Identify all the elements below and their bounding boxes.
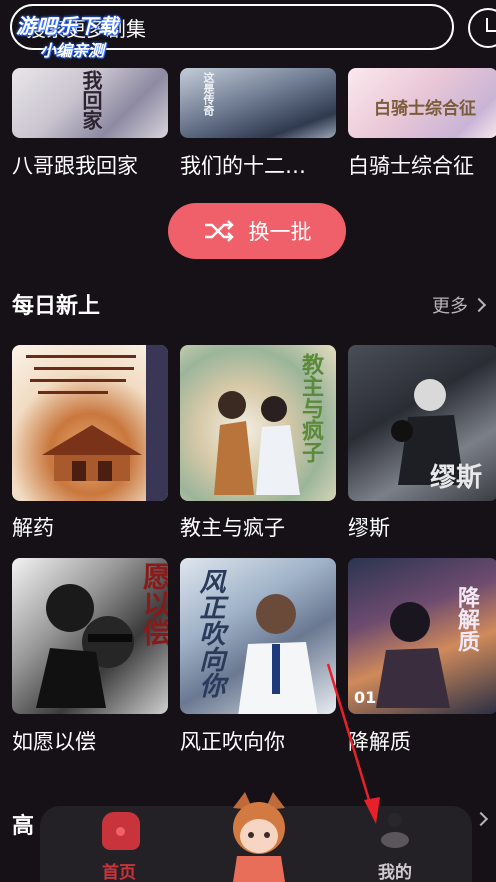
title-4[interactable]: 如愿以偿 — [12, 726, 96, 756]
chevron-right-icon — [471, 297, 487, 313]
cover-top-2[interactable]: 这是传奇 — [180, 68, 336, 138]
cover-4-text: 愿以偿 — [139, 562, 168, 646]
nav-home-label[interactable]: 首页 — [102, 858, 136, 882]
title-2[interactable]: 教主与疯子 — [180, 512, 285, 542]
section-title: 每日新上 — [12, 294, 101, 319]
history-icon[interactable] — [468, 8, 496, 48]
next-section-chevron-icon[interactable] — [473, 811, 489, 827]
shuffle-icon — [204, 220, 234, 242]
cover-4[interactable]: 愿以偿 — [12, 558, 168, 714]
cover-top-1[interactable]: 我回家 — [12, 68, 168, 138]
title-3[interactable]: 缪斯 — [348, 512, 390, 542]
bottom-nav: 首页 我的 — [40, 792, 472, 882]
home-icon[interactable] — [102, 812, 140, 850]
title-5[interactable]: 风正吹向你 — [180, 726, 285, 756]
shuffle-button[interactable]: 换一批 — [168, 203, 346, 259]
search-placeholder: 搜索更多剧集 — [26, 16, 146, 41]
avatar-center-icon[interactable] — [223, 790, 295, 882]
cover-top-1-text: 我回家 — [79, 70, 103, 130]
search-bar[interactable]: 搜索更多剧集 — [10, 4, 454, 50]
more-label: 更多 — [432, 296, 468, 317]
cover-5-text: 风正吹向你 — [195, 568, 225, 698]
nav-me-label[interactable]: 我的 — [378, 858, 412, 882]
cover-top-3[interactable]: 白骑士综合征 — [348, 68, 496, 138]
more-button[interactable]: 更多 — [432, 292, 487, 318]
cover-top-3-text: 白骑士综合征 — [374, 99, 476, 119]
next-section-title: 高 — [12, 814, 35, 839]
cover-3-text: 缪斯 — [430, 463, 483, 493]
cover-top-2-text: 这是传奇 — [202, 72, 215, 116]
shuffle-label: 换一批 — [248, 220, 312, 244]
cover-1[interactable] — [12, 345, 168, 501]
title-top-2[interactable]: 我们的十二… — [180, 150, 306, 180]
cover-2-text: 教主与疯子 — [298, 353, 323, 463]
title-top-3[interactable]: 白骑士综合征 — [348, 150, 474, 180]
title-1[interactable]: 解药 — [12, 512, 54, 542]
annotation-arrow-icon — [326, 663, 380, 824]
title-top-1[interactable]: 八哥跟我回家 — [12, 150, 138, 180]
cover-3[interactable]: 缪斯 — [348, 345, 496, 501]
cover-2[interactable]: 教主与疯子 — [180, 345, 336, 501]
cover-6-text: 降解质 — [454, 586, 479, 652]
